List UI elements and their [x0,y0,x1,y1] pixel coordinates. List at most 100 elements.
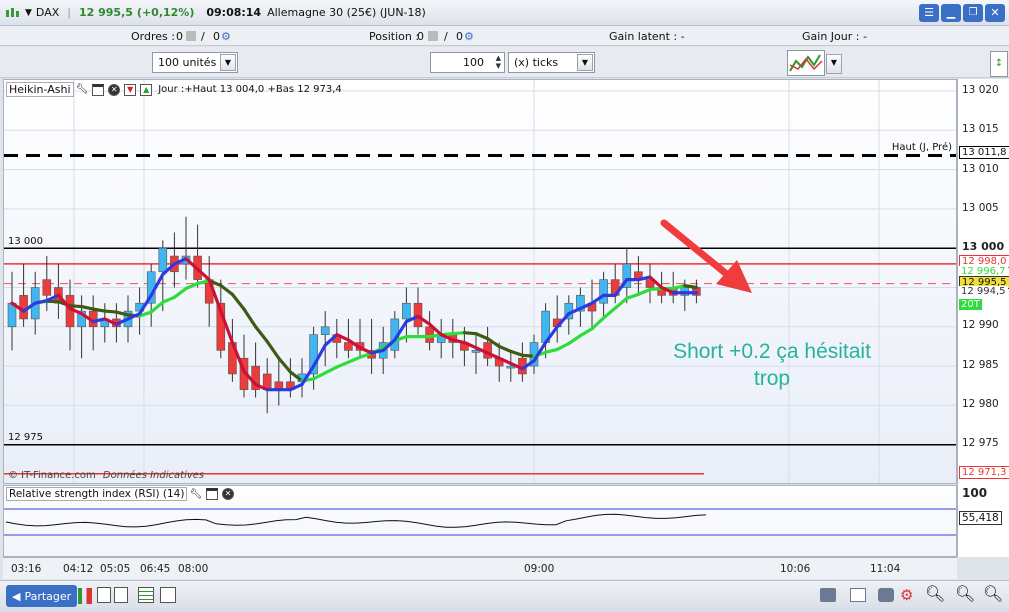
disclaimer: Données Indicatives [102,470,205,481]
tool-icon[interactable] [97,587,111,603]
instrument-symbol[interactable]: DAX [36,6,59,19]
ticks-input[interactable]: 100 ▲ ▼ [430,52,505,73]
orders-slash: / [201,30,205,43]
minimize-icon[interactable]: ▁ [941,4,961,22]
rsi-top-value: 100 [962,486,988,500]
level-13000-label: 13 000 [8,236,43,247]
price-chart-canvas [4,80,956,483]
candle-body [158,247,168,273]
chevron-down-icon[interactable]: ▼ [220,54,236,71]
camera-icon[interactable] [878,588,894,602]
export-icon[interactable] [850,588,866,602]
zoom-in-icon[interactable]: 🔍︎ [983,584,1003,603]
trading-panel-icon[interactable]: ↕ [990,51,1008,77]
units-select[interactable]: 100 unités ▼ [152,52,238,73]
tool-icon[interactable] [114,587,128,603]
slow-ma-segment [613,296,629,310]
time-axis[interactable]: 03:16 04:12 05:05 06:45 08:00 09:00 10:0… [3,557,957,579]
orders-label: Ordres : [131,30,175,43]
grid-icon[interactable] [138,587,154,603]
ticks-unit-value: (x) ticks [514,56,559,69]
slow-ma-segment [474,332,490,341]
time-tick: 08:00 [178,563,209,575]
price-axis[interactable]: 13 020 13 015 13 010 13 005 13 000 12 99… [957,79,1009,557]
haut-label: Haut (J, Pré) [891,142,952,153]
slow-ma-segment [265,339,281,360]
chevron-down-icon[interactable]: ▼ [577,54,593,71]
position-cancel-icon[interactable] [428,31,438,41]
candle-body [599,279,608,304]
slow-ma-segment [161,295,176,304]
annotation-line-2: trop [753,367,791,390]
tool-icon[interactable] [160,587,176,603]
candle-body [42,279,52,296]
time-tick: 06:45 [140,563,171,575]
price-chart[interactable]: Heikin-Ashi 🔧︎ ✕ ▼ ▲ Jour :+Haut 13 004,… [3,79,957,484]
stepper-icon[interactable]: ▲ ▼ [496,54,501,70]
orders-count-b: 0 [213,30,220,43]
position-label: Position : [369,30,420,43]
price-tick: 13 005 [962,202,999,214]
maximize-panel-icon[interactable] [92,83,105,96]
share-label: Partager [24,589,72,603]
slow-ma-segment [497,344,513,353]
order-bar: Ordres : 0 / 0 ⚙ Position : 0 / 0 ⚙ Gain… [0,26,1009,46]
candlestick-icon [5,6,19,20]
copyright-text: © IT-Finance.com Données Indicatives [6,470,206,481]
orders-settings-icon[interactable]: ⚙ [221,30,231,43]
window-menu-icon[interactable]: ☰ [919,4,939,22]
candle-body [19,295,28,320]
annotation-arrow-head [716,260,752,293]
share-button[interactable]: ◀ Partager [6,585,78,607]
chart-type-dropdown-icon[interactable]: ▼ [826,54,842,74]
window-controls: ☰ ▁ ❐ ✕ [919,4,1005,22]
chart-header: Heikin-Ashi 🔧︎ ✕ ▼ ▲ Jour :+Haut 13 004,… [6,82,342,97]
instrument-change: (+0,12%) [136,6,195,19]
slow-ma-segment [68,304,84,309]
share-icon: ◀ [12,589,21,603]
close-panel-icon[interactable]: ✕ [108,83,121,96]
position-count-b: 0 [456,30,463,43]
gain-latent: Gain latent : - [609,30,685,43]
slow-ma-segment [462,331,478,336]
time-tick: 11:04 [870,563,901,575]
slow-ma-segment [451,331,466,336]
ticks-unit-select[interactable]: (x) ticks ▼ [508,52,595,73]
position-count-a: 0 [417,30,424,43]
price-tick: 13 020 [962,84,999,96]
rsi-line [5,513,707,528]
day-info: Jour :+Haut 13 004,0 +Bas 12 973,4 [158,84,342,95]
bottom-toolbar: ◀ Partager ⚙ 🔍︎ 🔍︎ 🔍︎ [0,580,1009,612]
orders-cancel-icon[interactable] [186,31,196,41]
haut-price-tag: 13 011,8 [959,146,1009,159]
zoom-out-icon[interactable]: 🔍︎ [955,584,975,603]
slow-ma-segment [567,334,583,346]
candle-body [320,326,330,335]
slow-ma-segment [277,356,292,374]
candles-icon[interactable] [78,588,92,604]
print-icon[interactable] [820,588,836,602]
slow-ma-segment [103,309,119,314]
settings-icon[interactable]: ⚙ [900,586,913,604]
title-bar: ▼ DAX | 12 995,5 (+0,12%) 09:08:14 Allem… [0,0,1009,26]
rsi-canvas [4,508,956,536]
slow-ma-segment [601,306,617,320]
move-up-icon[interactable]: ▲ [140,83,153,96]
slow-ma-segment [555,341,571,351]
chart-type-button[interactable] [787,50,825,76]
slow-ma-segment [91,307,107,313]
wrench-icon[interactable]: 🔧︎ [76,84,89,95]
rsi-panel[interactable]: Relative strength index (RSI) (14) 🔧︎ ✕ [3,485,957,557]
zoom-area-icon[interactable]: 🔍︎ [925,584,945,603]
instrument-price: 12 995,5 [78,6,133,19]
position-settings-icon[interactable]: ⚙ [464,30,474,43]
indicator-label[interactable]: Heikin-Ashi [6,82,74,97]
slow-ma-segment [578,327,594,338]
slow-ma-segment [346,355,362,364]
close-icon[interactable]: ✕ [985,4,1005,22]
move-down-icon[interactable]: ▼ [124,83,137,96]
price-tick: 13 010 [962,163,999,175]
maximize-icon[interactable]: ❐ [963,4,983,22]
instrument-dropdown-icon[interactable]: ▼ [25,8,32,18]
quantity-bar: 100 unités ▼ 100 ▲ ▼ (x) ticks ▼ ▼ ↕ [0,47,1009,78]
